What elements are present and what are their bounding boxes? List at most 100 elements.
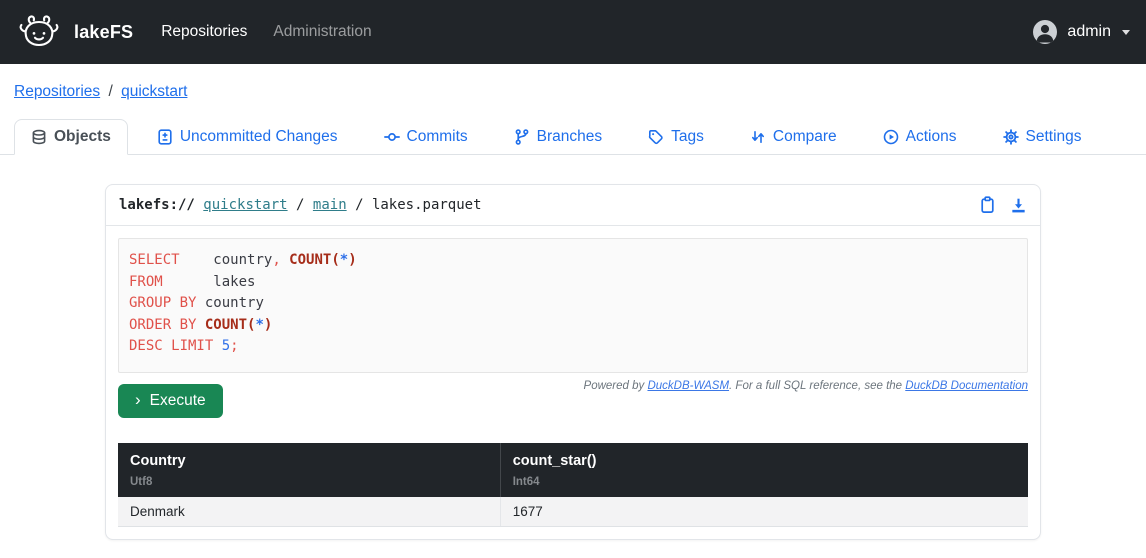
sql-line: SELECT country, COUNT(*) <box>129 250 1017 272</box>
powered-by-prefix: Powered by <box>584 380 648 392</box>
sql-token: country <box>205 295 264 311</box>
nav-link-administration[interactable]: Administration <box>273 23 371 41</box>
tab-branches[interactable]: Branches <box>497 119 619 155</box>
tab-label: Settings <box>1026 128 1082 146</box>
sql-token: DESC LIMIT <box>129 338 213 354</box>
tab-label: Branches <box>537 128 602 146</box>
tab-compare[interactable]: Compare <box>733 119 854 155</box>
path-separator: / <box>355 197 363 213</box>
user-name: admin <box>1067 23 1111 41</box>
results-table-head: CountryUtf8 count_star() Int64 <box>118 443 1028 497</box>
table-row: Denmark1677 <box>118 497 1028 527</box>
sql-token: COUNT <box>289 252 331 268</box>
sql-token: ORDER BY <box>129 317 196 333</box>
execute-button-label: Execute <box>150 392 206 410</box>
sql-token: 5 <box>222 338 230 354</box>
sql-line: ORDER BY COUNT(*) <box>129 315 1017 337</box>
tab-objects[interactable]: Objects <box>14 119 128 155</box>
breadcrumb-separator: / <box>108 83 112 100</box>
path-separator: / <box>296 197 304 213</box>
sql-token: * <box>340 252 348 268</box>
axolotl-logo-icon <box>16 14 62 50</box>
object-path-header: lakefs:// quickstart / main / lakes.parq… <box>106 185 1040 226</box>
sql-token: FROM <box>129 274 163 290</box>
path-branch-link[interactable]: main <box>313 197 347 213</box>
column-type: Int64 <box>513 476 1016 488</box>
database-icon <box>31 129 47 145</box>
compare-icon <box>750 129 766 145</box>
copy-clipboard-icon[interactable] <box>979 196 996 214</box>
object-viewer-body: SELECT country, COUNT(*)FROM lakesGROUP … <box>106 226 1040 539</box>
tab-tags[interactable]: Tags <box>631 119 721 155</box>
breadcrumb: Repositories / quickstart <box>0 64 1146 119</box>
column-type: Utf8 <box>130 476 488 488</box>
sql-token: COUNT <box>205 317 247 333</box>
path-repo-link[interactable]: quickstart <box>203 197 287 213</box>
branch-icon <box>514 129 530 145</box>
avatar-icon <box>1032 19 1058 45</box>
results-table-body: Denmark1677 <box>118 497 1028 527</box>
object-viewer-card: lakefs:// quickstart / main / lakes.parq… <box>105 184 1041 540</box>
sql-token: ) <box>348 252 356 268</box>
play-circle-icon <box>883 129 899 145</box>
path-scheme: lakefs:// <box>119 197 195 213</box>
tab-uncommitted-changes[interactable]: Uncommitted Changes <box>140 119 355 155</box>
duckdb-wasm-link[interactable]: DuckDB-WASM <box>647 380 729 392</box>
lakefs-brand[interactable]: lakeFS <box>16 14 133 50</box>
tag-icon <box>648 129 664 145</box>
column-name: count_star() <box>513 453 1016 469</box>
brand-name: lakeFS <box>74 22 133 43</box>
sql-editor-code: SELECT country, COUNT(*)FROM lakesGROUP … <box>129 250 1017 358</box>
sql-token: ( <box>331 252 339 268</box>
file-diff-icon <box>157 129 173 145</box>
gear-icon <box>1003 129 1019 145</box>
object-path: lakefs:// quickstart / main / lakes.parq… <box>119 197 482 213</box>
query-results: CountryUtf8 count_star() Int64 Denmark1677 <box>118 443 1028 527</box>
navbar-links: Repositories Administration <box>161 23 371 41</box>
sql-line: GROUP BY country <box>129 293 1017 315</box>
sql-editor[interactable]: SELECT country, COUNT(*)FROM lakesGROUP … <box>118 238 1028 373</box>
nav-link-repositories[interactable]: Repositories <box>161 23 247 41</box>
path-filename: lakes.parquet <box>372 197 482 213</box>
breadcrumb-repo-link[interactable]: quickstart <box>121 83 187 100</box>
commit-icon <box>384 129 400 145</box>
sql-token <box>196 295 204 311</box>
download-icon[interactable] <box>1010 197 1027 214</box>
chevron-down-icon <box>1122 30 1130 35</box>
powered-by-middle: . For a full SQL reference, see the <box>729 380 905 392</box>
results-table: CountryUtf8 count_star() Int64 Denmark1677 <box>118 443 1028 527</box>
tab-label: Uncommitted Changes <box>180 128 338 146</box>
table-cell: Denmark <box>118 497 500 527</box>
query-actions-row: › Execute Powered by DuckDB-WASM. For a … <box>118 379 1028 418</box>
sql-token <box>163 274 214 290</box>
chevron-right-icon: › <box>135 391 141 408</box>
sql-token: lakes <box>213 274 255 290</box>
duckdb-docs-link[interactable]: DuckDB Documentation <box>905 380 1028 392</box>
sql-token: SELECT <box>129 252 180 268</box>
user-menu[interactable]: admin <box>1032 19 1130 45</box>
results-column-header: CountryUtf8 <box>118 443 500 497</box>
top-navbar: lakeFS Repositories Administration admin <box>0 0 1146 64</box>
header-actions <box>979 196 1027 214</box>
sql-token: ; <box>230 338 238 354</box>
sql-token: country <box>213 252 272 268</box>
powered-by-note: Powered by DuckDB-WASM. For a full SQL r… <box>584 380 1028 392</box>
tab-actions[interactable]: Actions <box>866 119 974 155</box>
sql-line: FROM lakes <box>129 272 1017 294</box>
sql-token <box>196 317 204 333</box>
tab-label: Objects <box>54 128 111 146</box>
table-cell: 1677 <box>500 497 1028 527</box>
sql-token <box>213 338 221 354</box>
tab-label: Actions <box>906 128 957 146</box>
repo-tabbar: Objects Uncommitted Changes Commits <box>0 119 1146 155</box>
execute-button[interactable]: › Execute <box>118 384 223 418</box>
sql-token: ) <box>264 317 272 333</box>
tab-commits[interactable]: Commits <box>367 119 485 155</box>
breadcrumb-repositories-link[interactable]: Repositories <box>14 83 100 100</box>
tab-settings[interactable]: Settings <box>986 119 1099 155</box>
tab-label: Compare <box>773 128 837 146</box>
results-column-header: count_star() Int64 <box>500 443 1028 497</box>
sql-line: DESC LIMIT 5; <box>129 336 1017 358</box>
sql-token: GROUP BY <box>129 295 196 311</box>
sql-token: * <box>255 317 263 333</box>
